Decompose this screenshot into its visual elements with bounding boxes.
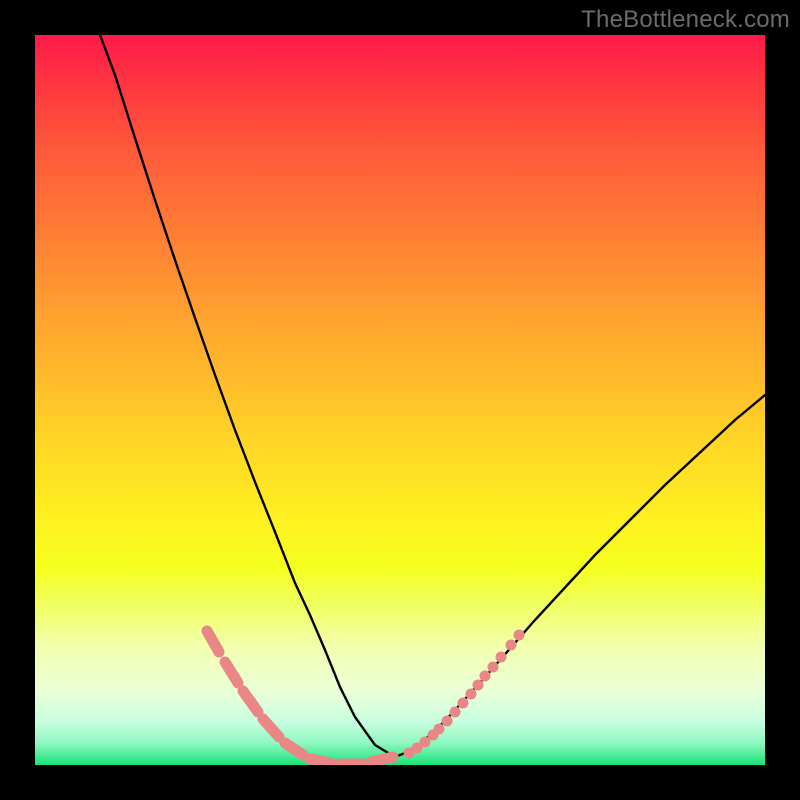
highlight-left (207, 631, 303, 755)
plot-area (35, 35, 765, 765)
bottleneck-curve (100, 35, 765, 757)
highlight-right (404, 630, 525, 759)
watermark-text: TheBottleneck.com (581, 6, 790, 34)
curve-layer (35, 35, 765, 765)
outer-frame: TheBottleneck.com (0, 0, 800, 800)
highlight-bottom (310, 757, 393, 764)
